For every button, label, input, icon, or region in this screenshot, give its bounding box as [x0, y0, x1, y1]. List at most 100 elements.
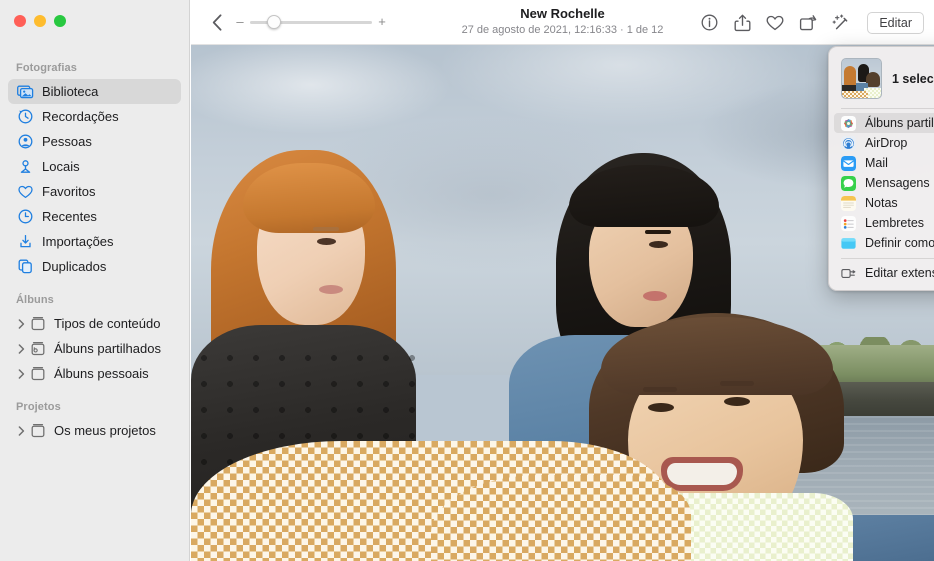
minimize-button[interactable]	[34, 15, 46, 27]
sidebar-item-duplicados[interactable]: Duplicados	[8, 254, 181, 279]
favorite-heart-icon[interactable]	[760, 8, 790, 38]
menu-divider-top	[841, 108, 934, 109]
photos-app-icon	[841, 116, 856, 131]
sidebar-item-recordacoes[interactable]: Recordações	[8, 104, 181, 129]
share-menu-item-airdrop[interactable]: AirDrop	[834, 133, 934, 153]
sidebar-item-importacoes[interactable]: Importações	[8, 229, 181, 254]
reminders-app-icon	[841, 216, 856, 231]
sidebar-item-pessoas[interactable]: Pessoas	[8, 129, 181, 154]
mail-app-icon	[841, 156, 856, 171]
share-menu-item-notas[interactable]: Notas	[834, 193, 934, 213]
photo-checked-blanket-fold	[431, 475, 691, 561]
share-menu-item-label: Mensagens	[865, 176, 930, 190]
selection-count-label: 1 selecionada	[892, 72, 934, 86]
sidebar-item-label: Locais	[42, 159, 80, 175]
sidebar-item-label: Importações	[42, 234, 114, 250]
edit-button[interactable]: Editar	[867, 12, 924, 34]
photo-person1-fringe	[243, 163, 375, 233]
rotate-icon[interactable]	[793, 8, 823, 38]
edit-button-label: Editar	[879, 16, 912, 30]
sidebar-item-label: Pessoas	[42, 134, 92, 150]
sidebar-item-label: Tipos de conteúdo	[54, 316, 160, 332]
sidebar-item-tipos-de-conteudo[interactable]: Tipos de conteúdo	[8, 311, 181, 336]
memories-icon	[16, 108, 35, 125]
zoom-slider-knob[interactable]	[267, 15, 281, 29]
share-menu-item-mensagens[interactable]: Mensagens	[834, 173, 934, 193]
sidebar-section-title-photos: Fotografias	[0, 61, 189, 75]
share-menu-item-albuns-partilhados[interactable]: Álbuns partilhados	[834, 113, 934, 133]
album-icon	[28, 422, 47, 439]
share-menu-item-definir-fundo-ecra[interactable]: Definir como fundo de ecrã	[834, 233, 934, 253]
zoom-out-label[interactable]: –	[236, 17, 244, 27]
sidebar-item-label: Recentes	[42, 209, 97, 225]
share-menu-item-label: Notas	[865, 196, 898, 210]
sidebar-item-label: Duplicados	[42, 259, 106, 275]
photo-person1-eye	[317, 238, 336, 245]
desktop-wallpaper-icon	[841, 236, 856, 251]
share-menu-item-label: AirDrop	[865, 136, 907, 150]
photo-person1-lips	[319, 285, 343, 294]
photo-person3-brow-left	[643, 387, 677, 392]
sidebar-item-os-meus-projetos[interactable]: Os meus projetos	[8, 418, 181, 443]
sidebar: Fotografias Biblioteca Recorda	[0, 0, 190, 561]
sidebar-item-label: Álbuns partilhados	[54, 341, 161, 357]
photo-person3-teeth	[667, 463, 737, 485]
clock-icon	[16, 208, 35, 225]
photo-viewer[interactable]	[191, 45, 934, 561]
selected-photo-thumbnail	[841, 58, 882, 99]
sidebar-item-favoritos[interactable]: Favoritos	[8, 179, 181, 204]
sidebar-item-biblioteca[interactable]: Biblioteca	[8, 79, 181, 104]
zoom-in-label[interactable]: +	[378, 17, 386, 27]
photo-person3-eye-right	[724, 397, 750, 406]
toolbar: – + New Rochelle 27 de agosto de 2021, 1…	[191, 0, 934, 45]
extensions-icon	[841, 266, 856, 281]
content-area: – + New Rochelle 27 de agosto de 2021, 1…	[191, 0, 934, 561]
people-icon	[16, 133, 35, 150]
heart-icon	[16, 183, 35, 200]
chevron-right-icon[interactable]	[16, 369, 27, 379]
close-button[interactable]	[14, 15, 26, 27]
airdrop-icon	[841, 136, 856, 151]
share-menu-item-label: Álbuns partilhados	[865, 116, 934, 130]
photo-person3-eye-left	[648, 403, 674, 412]
sidebar-item-albuns-partilhados[interactable]: Álbuns partilhados	[8, 336, 181, 361]
chevron-right-icon[interactable]	[16, 319, 27, 329]
info-icon[interactable]	[694, 8, 724, 38]
photo-person2-lips	[643, 291, 667, 301]
photo-person3-brow-right	[720, 381, 754, 386]
sidebar-item-label: Biblioteca	[42, 84, 98, 100]
photo-person2-eye	[649, 241, 668, 248]
back-button[interactable]	[206, 11, 228, 33]
photo-person2-brow	[645, 230, 671, 234]
share-menu-item-label: Lembretes	[865, 216, 924, 230]
share-menu-item-lembretes[interactable]: Lembretes	[834, 213, 934, 233]
sidebar-item-label: Recordações	[42, 109, 119, 125]
messages-app-icon	[841, 176, 856, 191]
chevron-right-icon[interactable]	[16, 344, 27, 354]
sidebar-item-albuns-pessoais[interactable]: Álbuns pessoais	[8, 361, 181, 386]
library-icon	[16, 83, 35, 100]
share-menu-item-editar-extensoes[interactable]: Editar extensões...	[834, 263, 934, 283]
share-menu-item-mail[interactable]: Mail	[834, 153, 934, 173]
zoom-slider-track[interactable]	[250, 21, 372, 24]
photos-app-window: Fotografias Biblioteca Recorda	[0, 0, 934, 561]
places-pin-icon	[16, 158, 35, 175]
notes-app-icon	[841, 196, 856, 211]
chevron-right-icon[interactable]	[16, 426, 27, 436]
sidebar-item-recentes[interactable]: Recentes	[8, 204, 181, 229]
window-controls	[14, 15, 66, 27]
zoom-slider[interactable]: – +	[236, 14, 386, 30]
sidebar-item-label: Os meus projetos	[54, 423, 156, 439]
share-menu-item-label: Editar extensões...	[865, 266, 934, 280]
duplicates-icon	[16, 258, 35, 275]
sidebar-item-locais[interactable]: Locais	[8, 154, 181, 179]
shared-album-icon	[28, 340, 47, 357]
maximize-button[interactable]	[54, 15, 66, 27]
share-icon[interactable]	[727, 8, 757, 38]
sidebar-section-title-albums: Álbuns	[0, 293, 189, 307]
sidebar-item-label: Álbuns pessoais	[54, 366, 149, 382]
auto-enhance-icon[interactable]	[826, 8, 856, 38]
menu-divider-bottom	[841, 258, 934, 259]
share-menu-item-label: Definir como fundo de ecrã	[865, 236, 934, 250]
share-menu-header: 1 selecionada	[829, 54, 934, 107]
